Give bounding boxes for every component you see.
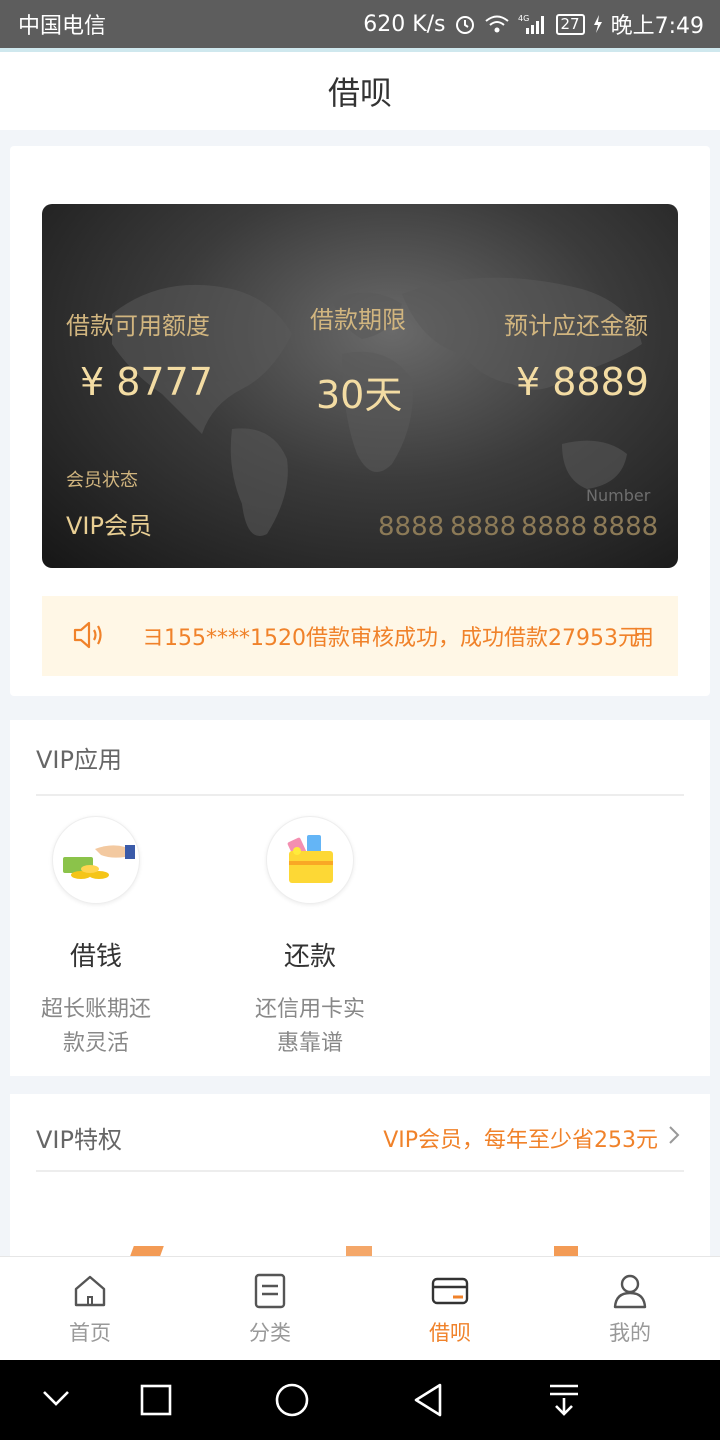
user-icon bbox=[612, 1273, 648, 1313]
signal-icon: 4G bbox=[518, 13, 548, 35]
svg-text:4G: 4G bbox=[518, 14, 529, 23]
section-divider bbox=[36, 1170, 684, 1172]
clock: 晚上7:49 bbox=[610, 14, 704, 39]
card-number-group: 8888 bbox=[450, 512, 517, 542]
tab-label: 我的 bbox=[609, 1321, 651, 1345]
loan-card-panel: 借款可用额度 ¥ 8777 借款期限 30天 预计应还金额 ¥ 8889 会员状… bbox=[10, 146, 710, 696]
carrier-name: 中国电信 bbox=[18, 14, 107, 39]
charging-icon bbox=[593, 15, 603, 33]
wifi-icon bbox=[484, 14, 510, 34]
recent-apps-icon[interactable] bbox=[140, 1384, 172, 1420]
speaker-icon bbox=[72, 620, 104, 654]
home-nav-icon[interactable] bbox=[274, 1382, 310, 1422]
tab-label: 分类 bbox=[249, 1321, 291, 1345]
section-title: VIP应用 bbox=[36, 746, 122, 774]
section-title: VIP特权 bbox=[36, 1126, 122, 1154]
section-divider bbox=[36, 794, 684, 796]
page-header: 借呗 bbox=[0, 52, 720, 130]
status-bar: 中国电信 620 K/s 4G 27 晚上7:49 bbox=[0, 0, 720, 48]
privilege-icon-partial bbox=[554, 1246, 578, 1256]
tab-label: 首页 bbox=[69, 1321, 111, 1345]
privilege-promo-text: VIP会员，每年至少省253元 bbox=[383, 1128, 658, 1153]
tab-jiebei[interactable]: 借呗 bbox=[360, 1257, 540, 1361]
vip-apps-section: VIP应用 借钱 超长账期还 款灵活 还款 还信用卡实 惠靠谱 bbox=[10, 720, 710, 1076]
app-description-line: 超长账期还 bbox=[40, 997, 151, 1022]
card-number-group: 8888 bbox=[378, 512, 445, 542]
alarm-icon bbox=[454, 13, 476, 35]
battery-icon: 27 bbox=[555, 13, 585, 35]
list-icon bbox=[252, 1273, 288, 1313]
vip-privilege-section: VIP特权 VIP会员，每年至少省253元 bbox=[10, 1094, 710, 1264]
notification-pull-icon[interactable] bbox=[548, 1382, 580, 1422]
app-name: 还款 bbox=[283, 942, 336, 972]
wallet-cards-icon bbox=[266, 816, 354, 904]
tab-category[interactable]: 分类 bbox=[180, 1257, 360, 1361]
app-description-line: 还信用卡实 bbox=[254, 997, 365, 1022]
app-borrow[interactable]: 借钱 超长账期还 款灵活 bbox=[0, 816, 196, 1061]
loan-term-label: 借款期限 bbox=[310, 306, 406, 334]
credit-limit-label: 借款可用额度 bbox=[66, 312, 210, 340]
app-description: 还信用卡实 惠靠谱 bbox=[210, 993, 410, 1061]
network-speed: 620 K/s bbox=[363, 11, 446, 37]
card-number-label: Number bbox=[586, 486, 651, 505]
privilege-promo-link[interactable]: VIP会员，每年至少省253元 bbox=[383, 1122, 680, 1154]
member-status-value: VIP会员 bbox=[66, 512, 152, 540]
vip-loan-card[interactable]: 借款可用额度 ¥ 8777 借款期限 30天 预计应还金额 ¥ 8889 会员状… bbox=[42, 204, 678, 568]
back-icon[interactable] bbox=[412, 1382, 444, 1422]
announcement-next-text: 用 bbox=[632, 626, 655, 651]
announcement-text: ヨ155****1520借款审核成功，成功借款27953元 bbox=[142, 626, 640, 651]
tab-mine[interactable]: 我的 bbox=[540, 1257, 720, 1361]
chevron-right-icon bbox=[668, 1125, 680, 1151]
app-description-line: 款灵活 bbox=[62, 1031, 129, 1056]
card-number-group: 8888 bbox=[521, 512, 588, 542]
page-title: 借呗 bbox=[327, 74, 392, 112]
app-repay[interactable]: 还款 还信用卡实 惠靠谱 bbox=[210, 816, 410, 1061]
credit-limit-value: ¥ 8777 bbox=[80, 360, 213, 404]
app-description: 超长账期还 款灵活 bbox=[0, 993, 196, 1061]
member-status-label: 会员状态 bbox=[66, 470, 138, 491]
tab-home[interactable]: 首页 bbox=[0, 1257, 180, 1361]
hide-nav-icon[interactable] bbox=[40, 1386, 72, 1414]
bottom-tab-bar: 首页 分类 借呗 我的 bbox=[0, 1256, 720, 1361]
announcement-ticker[interactable]: ヨ155****1520借款审核成功，成功借款27953元 用 bbox=[42, 596, 678, 676]
home-icon bbox=[72, 1273, 108, 1313]
app-name: 借钱 bbox=[69, 942, 122, 972]
app-description-line: 惠靠谱 bbox=[276, 1031, 343, 1056]
privilege-icon-partial bbox=[346, 1246, 372, 1256]
privilege-icon-partial bbox=[130, 1246, 164, 1256]
tab-label: 借呗 bbox=[429, 1321, 471, 1345]
repay-amount-label: 预计应还金额 bbox=[504, 312, 648, 340]
card-icon bbox=[431, 1273, 469, 1313]
repay-amount-value: ¥ 8889 bbox=[516, 360, 649, 404]
loan-term-value: 30天 bbox=[316, 373, 403, 417]
system-nav-bar bbox=[0, 1360, 720, 1440]
card-number-group: 8888 bbox=[592, 512, 659, 542]
money-hand-icon bbox=[52, 816, 140, 904]
